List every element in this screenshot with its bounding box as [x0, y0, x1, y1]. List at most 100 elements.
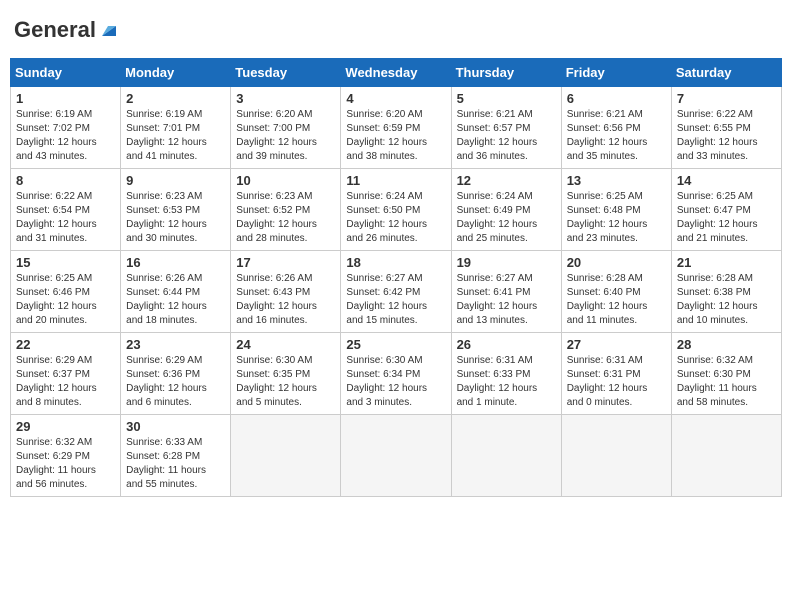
calendar-day-cell: 26 Sunrise: 6:31 AM Sunset: 6:33 PM Dayli…: [451, 333, 561, 415]
day-info: Sunrise: 6:25 AM Sunset: 6:47 PM Dayligh…: [677, 190, 776, 246]
calendar-day-cell: 7 Sunrise: 6:22 AM Sunset: 6:55 PM Daylig…: [671, 87, 781, 169]
day-number: 16: [126, 255, 225, 270]
day-number: 10: [236, 173, 335, 188]
day-info: Sunrise: 6:24 AM Sunset: 6:50 PM Dayligh…: [346, 190, 445, 246]
calendar-day-cell: 29 Sunrise: 6:32 AM Sunset: 6:29 PM Dayli…: [11, 415, 121, 497]
day-number: 12: [457, 173, 556, 188]
calendar-day-cell: [561, 415, 671, 497]
day-info: Sunrise: 6:33 AM Sunset: 6:28 PM Dayligh…: [126, 436, 225, 492]
calendar-day-cell: 30 Sunrise: 6:33 AM Sunset: 6:28 PM Dayli…: [121, 415, 231, 497]
day-number: 6: [567, 91, 666, 106]
day-info: Sunrise: 6:29 AM Sunset: 6:37 PM Dayligh…: [16, 354, 115, 410]
logo: General: [14, 18, 120, 42]
day-info: Sunrise: 6:27 AM Sunset: 6:41 PM Dayligh…: [457, 272, 556, 328]
calendar-day-cell: 15Sunrise: 6:25 AM Sunset: 6:46 PM Dayli…: [11, 251, 121, 333]
day-info: Sunrise: 6:26 AM Sunset: 6:44 PM Dayligh…: [126, 272, 225, 328]
day-number: 29: [16, 419, 115, 434]
logo-text-general: General: [14, 18, 96, 42]
day-info: Sunrise: 6:32 AM Sunset: 6:30 PM Dayligh…: [677, 354, 776, 410]
day-number: 30: [126, 419, 225, 434]
day-of-week-header: Sunday: [11, 59, 121, 87]
calendar-day-cell: [451, 415, 561, 497]
calendar-day-cell: 16 Sunrise: 6:26 AM Sunset: 6:44 PM Dayli…: [121, 251, 231, 333]
day-number: 20: [567, 255, 666, 270]
day-number: 2: [126, 91, 225, 106]
day-info: Sunrise: 6:22 AM Sunset: 6:54 PM Dayligh…: [16, 190, 115, 246]
calendar-day-cell: 10Sunrise: 6:23 AM Sunset: 6:52 PM Dayli…: [231, 169, 341, 251]
calendar-day-cell: [231, 415, 341, 497]
day-number: 26: [457, 337, 556, 352]
calendar-day-cell: 20 Sunrise: 6:28 AM Sunset: 6:40 PM Dayli…: [561, 251, 671, 333]
day-of-week-header: Saturday: [671, 59, 781, 87]
calendar-day-cell: 14Sunrise: 6:25 AM Sunset: 6:47 PM Dayli…: [671, 169, 781, 251]
day-info: Sunrise: 6:30 AM Sunset: 6:35 PM Dayligh…: [236, 354, 335, 410]
day-of-week-header: Monday: [121, 59, 231, 87]
day-info: Sunrise: 6:22 AM Sunset: 6:55 PM Dayligh…: [677, 108, 776, 164]
calendar-day-cell: [671, 415, 781, 497]
day-of-week-header: Tuesday: [231, 59, 341, 87]
calendar-day-cell: 24Sunrise: 6:30 AM Sunset: 6:35 PM Dayli…: [231, 333, 341, 415]
day-number: 27: [567, 337, 666, 352]
day-info: Sunrise: 6:21 AM Sunset: 6:57 PM Dayligh…: [457, 108, 556, 164]
day-number: 17: [236, 255, 335, 270]
calendar-day-cell: 19 Sunrise: 6:27 AM Sunset: 6:41 PM Dayli…: [451, 251, 561, 333]
calendar-day-cell: 27 Sunrise: 6:31 AM Sunset: 6:31 PM Dayli…: [561, 333, 671, 415]
calendar-day-cell: 23 Sunrise: 6:29 AM Sunset: 6:36 PM Dayli…: [121, 333, 231, 415]
day-info: Sunrise: 6:21 AM Sunset: 6:56 PM Dayligh…: [567, 108, 666, 164]
day-number: 7: [677, 91, 776, 106]
calendar-body: 1Sunrise: 6:19 AM Sunset: 7:02 PM Daylig…: [11, 87, 782, 497]
day-number: 25: [346, 337, 445, 352]
day-info: Sunrise: 6:32 AM Sunset: 6:29 PM Dayligh…: [16, 436, 115, 492]
day-info: Sunrise: 6:23 AM Sunset: 6:53 PM Dayligh…: [126, 190, 225, 246]
calendar-day-cell: 4 Sunrise: 6:20 AM Sunset: 6:59 PM Daylig…: [341, 87, 451, 169]
calendar-day-cell: 25 Sunrise: 6:30 AM Sunset: 6:34 PM Dayli…: [341, 333, 451, 415]
day-number: 28: [677, 337, 776, 352]
calendar-day-cell: 2 Sunrise: 6:19 AM Sunset: 7:01 PM Daylig…: [121, 87, 231, 169]
calendar-day-cell: 21 Sunrise: 6:28 AM Sunset: 6:38 PM Dayli…: [671, 251, 781, 333]
calendar-day-cell: 5 Sunrise: 6:21 AM Sunset: 6:57 PM Daylig…: [451, 87, 561, 169]
day-info: Sunrise: 6:29 AM Sunset: 6:36 PM Dayligh…: [126, 354, 225, 410]
day-number: 23: [126, 337, 225, 352]
day-of-week-header: Wednesday: [341, 59, 451, 87]
day-number: 4: [346, 91, 445, 106]
calendar-day-cell: 11 Sunrise: 6:24 AM Sunset: 6:50 PM Dayli…: [341, 169, 451, 251]
day-number: 19: [457, 255, 556, 270]
day-number: 8: [16, 173, 115, 188]
day-info: Sunrise: 6:20 AM Sunset: 7:00 PM Dayligh…: [236, 108, 335, 164]
page-header: General: [10, 10, 782, 50]
day-info: Sunrise: 6:20 AM Sunset: 6:59 PM Dayligh…: [346, 108, 445, 164]
day-info: Sunrise: 6:30 AM Sunset: 6:34 PM Dayligh…: [346, 354, 445, 410]
calendar-week-row: 15Sunrise: 6:25 AM Sunset: 6:46 PM Dayli…: [11, 251, 782, 333]
day-info: Sunrise: 6:28 AM Sunset: 6:38 PM Dayligh…: [677, 272, 776, 328]
calendar-day-cell: 18Sunrise: 6:27 AM Sunset: 6:42 PM Dayli…: [341, 251, 451, 333]
day-number: 3: [236, 91, 335, 106]
logo-icon: [98, 18, 120, 40]
calendar-week-row: 22 Sunrise: 6:29 AM Sunset: 6:37 PM Dayli…: [11, 333, 782, 415]
day-info: Sunrise: 6:28 AM Sunset: 6:40 PM Dayligh…: [567, 272, 666, 328]
calendar-day-cell: 1Sunrise: 6:19 AM Sunset: 7:02 PM Daylig…: [11, 87, 121, 169]
day-info: Sunrise: 6:24 AM Sunset: 6:49 PM Dayligh…: [457, 190, 556, 246]
day-number: 21: [677, 255, 776, 270]
day-number: 13: [567, 173, 666, 188]
day-info: Sunrise: 6:31 AM Sunset: 6:31 PM Dayligh…: [567, 354, 666, 410]
day-number: 22: [16, 337, 115, 352]
day-info: Sunrise: 6:25 AM Sunset: 6:48 PM Dayligh…: [567, 190, 666, 246]
calendar-day-cell: 12 Sunrise: 6:24 AM Sunset: 6:49 PM Dayli…: [451, 169, 561, 251]
day-number: 15: [16, 255, 115, 270]
calendar-day-cell: 8 Sunrise: 6:22 AM Sunset: 6:54 PM Daylig…: [11, 169, 121, 251]
day-info: Sunrise: 6:19 AM Sunset: 7:02 PM Dayligh…: [16, 108, 115, 164]
calendar-week-row: 8 Sunrise: 6:22 AM Sunset: 6:54 PM Daylig…: [11, 169, 782, 251]
day-info: Sunrise: 6:19 AM Sunset: 7:01 PM Dayligh…: [126, 108, 225, 164]
calendar-day-cell: [341, 415, 451, 497]
calendar-day-cell: 6 Sunrise: 6:21 AM Sunset: 6:56 PM Daylig…: [561, 87, 671, 169]
calendar-header-row: SundayMondayTuesdayWednesdayThursdayFrid…: [11, 59, 782, 87]
day-number: 11: [346, 173, 445, 188]
day-of-week-header: Friday: [561, 59, 671, 87]
calendar-day-cell: 3 Sunrise: 6:20 AM Sunset: 7:00 PM Daylig…: [231, 87, 341, 169]
day-number: 5: [457, 91, 556, 106]
calendar-day-cell: 17Sunrise: 6:26 AM Sunset: 6:43 PM Dayli…: [231, 251, 341, 333]
calendar-day-cell: 22 Sunrise: 6:29 AM Sunset: 6:37 PM Dayli…: [11, 333, 121, 415]
calendar-week-row: 1Sunrise: 6:19 AM Sunset: 7:02 PM Daylig…: [11, 87, 782, 169]
day-info: Sunrise: 6:31 AM Sunset: 6:33 PM Dayligh…: [457, 354, 556, 410]
calendar-day-cell: 13 Sunrise: 6:25 AM Sunset: 6:48 PM Dayli…: [561, 169, 671, 251]
